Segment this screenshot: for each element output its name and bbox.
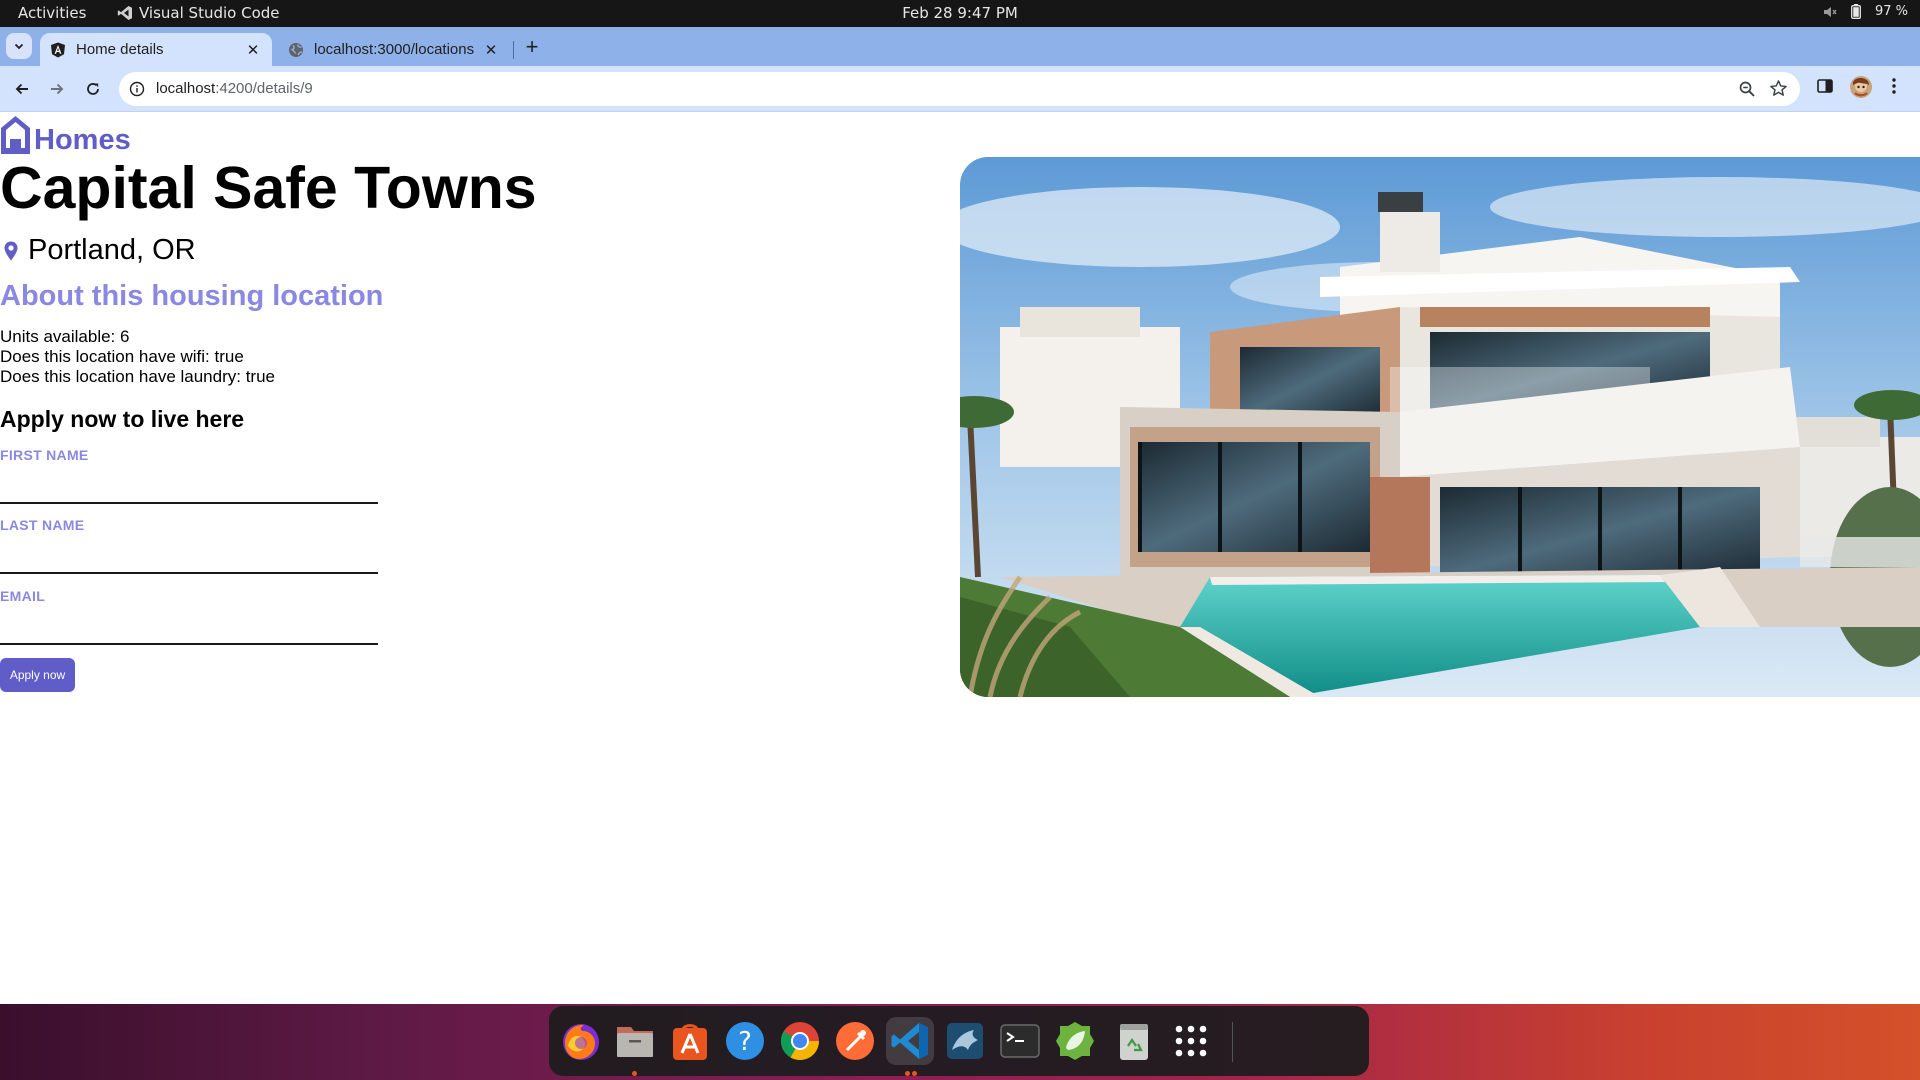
home-icon: [0, 115, 31, 155]
show-apps-icon: [1174, 1024, 1208, 1058]
arrow-right-icon: [49, 81, 65, 97]
focused-app-name: Visual Studio Code: [139, 4, 280, 22]
laundry-availability: Does this location have laundry: true: [0, 367, 275, 386]
tab-label: localhost:3000/locations: [314, 41, 475, 58]
email-label: EMAIL: [0, 588, 46, 604]
url-text[interactable]: localhost:4200/details/9: [156, 80, 313, 97]
terminal-icon: [999, 1022, 1041, 1060]
svg-text:?: ?: [738, 1027, 752, 1057]
dock-mysql-workbench[interactable]: [941, 1017, 989, 1065]
url-host: localhost: [156, 80, 216, 97]
dock-help[interactable]: ?: [721, 1017, 769, 1065]
battery-icon: [1851, 4, 1861, 19]
postman-icon: [834, 1020, 876, 1062]
listing-location: Portland, OR: [4, 234, 196, 267]
listing-title: Capital Safe Towns: [0, 155, 537, 221]
chevron-down-icon: [13, 40, 25, 52]
clock[interactable]: Feb 28 9:47 PM: [0, 4, 1920, 22]
zoom-icon[interactable]: [1738, 80, 1756, 98]
globe-icon: [288, 42, 304, 58]
about-heading: About this housing location: [0, 280, 384, 312]
url-path: :4200/details/9: [215, 80, 313, 97]
dock-files[interactable]: [611, 1017, 659, 1076]
dock-firefox[interactable]: [557, 1017, 605, 1065]
brand-logo-link[interactable]: Homes: [0, 115, 131, 155]
dock-trash[interactable]: [1110, 1017, 1158, 1065]
dock-app-center[interactable]: [666, 1017, 714, 1065]
system-tray[interactable]: 97 %: [1823, 4, 1908, 19]
browser-tab-strip: Home details ✕ localhost:3000/locations …: [0, 27, 1920, 66]
brand-name: Homes: [34, 124, 131, 156]
running-indicator: [632, 1071, 637, 1076]
speaker-muted-icon: [1823, 5, 1837, 19]
dock-show-apps[interactable]: [1167, 1017, 1215, 1065]
activities-button[interactable]: Activities: [18, 4, 86, 22]
page-content: Homes Capital Safe Towns Portland, OR Ab…: [0, 112, 1920, 1004]
site-info-icon[interactable]: [129, 81, 145, 97]
reload-button[interactable]: [81, 77, 105, 101]
listing-photo: [960, 157, 1920, 697]
help-icon: ?: [724, 1020, 766, 1062]
location-text: Portland, OR: [28, 234, 196, 266]
back-button[interactable]: [10, 77, 34, 101]
spring-tools-icon: [1054, 1020, 1096, 1062]
reload-icon: [85, 81, 101, 97]
close-tab-icon[interactable]: ✕: [244, 41, 262, 59]
files-icon: [614, 1021, 656, 1061]
tab-search-button[interactable]: [6, 33, 32, 59]
running-indicator: [905, 1071, 910, 1076]
trash-icon: [1116, 1020, 1152, 1062]
first-name-input[interactable]: [0, 476, 378, 504]
focused-app-menu[interactable]: Visual Studio Code: [117, 4, 280, 22]
bookmark-star-icon[interactable]: [1769, 79, 1788, 98]
new-tab-button[interactable]: +: [520, 35, 544, 59]
map-pin-icon: [4, 241, 18, 261]
forward-button[interactable]: [45, 77, 69, 101]
wifi-availability: Does this location have wifi: true: [0, 347, 244, 366]
app-center-icon: [669, 1020, 711, 1062]
address-bar[interactable]: localhost:4200/details/9: [119, 72, 1800, 106]
dock-spring-tools[interactable]: [1051, 1017, 1099, 1065]
firefox-icon: [559, 1019, 603, 1063]
tab-home-details[interactable]: Home details ✕: [40, 33, 272, 66]
vscode-icon: [889, 1020, 931, 1062]
last-name-input[interactable]: [0, 546, 378, 574]
dock-chrome[interactable]: [776, 1017, 824, 1065]
last-name-label: LAST NAME: [0, 517, 85, 533]
browser-toolbar: localhost:4200/details/9: [0, 66, 1920, 112]
system-top-bar: Activities Visual Studio Code Feb 28 9:4…: [0, 0, 1920, 27]
dock-vscode[interactable]: [886, 1017, 934, 1076]
listing-features: Units available: 6 Does this location ha…: [0, 327, 275, 387]
dock-terminal[interactable]: [996, 1017, 1044, 1065]
close-tab-icon[interactable]: ✕: [482, 41, 500, 59]
apply-heading: Apply now to live here: [0, 406, 245, 432]
side-panel-icon[interactable]: [1816, 77, 1834, 95]
vscode-small-icon: [117, 5, 133, 21]
profile-avatar[interactable]: [1849, 75, 1873, 99]
first-name-label: FIRST NAME: [0, 447, 89, 463]
chrome-icon: [779, 1020, 821, 1062]
units-available: Units available: 6: [0, 327, 130, 346]
chrome-menu-icon[interactable]: [1890, 77, 1898, 95]
dock-separator: [1232, 1022, 1233, 1062]
email-input[interactable]: [0, 617, 378, 645]
angular-favicon-icon: [50, 42, 66, 58]
apply-now-button[interactable]: Apply now: [0, 658, 75, 692]
dock-postman[interactable]: [831, 1017, 879, 1065]
desktop-background: ?: [0, 1004, 1920, 1080]
running-indicator: [912, 1071, 917, 1076]
arrow-left-icon: [14, 81, 30, 97]
dock: ?: [549, 1006, 1369, 1076]
tab-label: Home details: [76, 41, 164, 58]
tab-separator: [513, 41, 514, 59]
mysql-workbench-icon: [944, 1020, 986, 1062]
battery-percentage: 97 %: [1874, 4, 1908, 19]
tab-localhost-locations[interactable]: localhost:3000/locations ✕: [278, 33, 510, 66]
